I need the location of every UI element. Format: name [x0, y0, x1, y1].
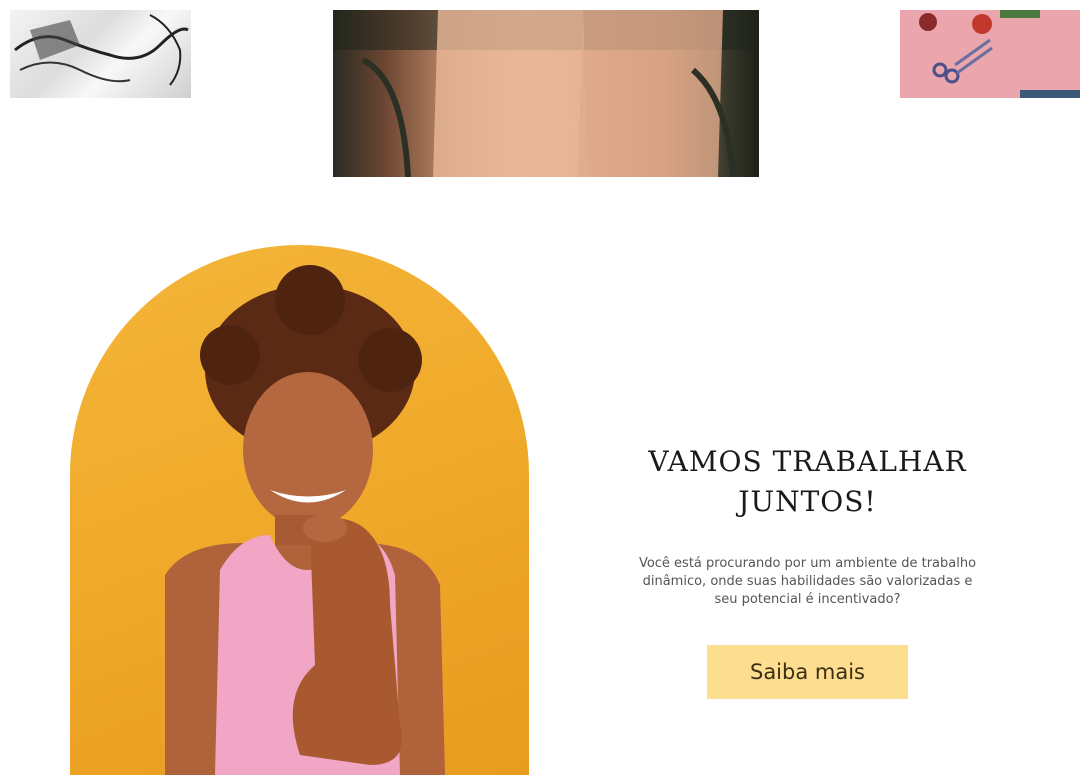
hands-closeup-image — [333, 10, 759, 177]
sketch-illustration-image — [10, 10, 191, 98]
manicure-tools-image — [900, 10, 1080, 98]
smiling-woman-portrait — [70, 245, 529, 775]
cta-section: Vamos trabalhar juntos! Você está procur… — [620, 442, 995, 699]
page: Vamos trabalhar juntos! Você está procur… — [0, 0, 1090, 783]
cta-description: Você está procurando por um ambiente de … — [638, 556, 977, 607]
cta-heading: Vamos trabalhar juntos! — [648, 445, 967, 518]
saiba-mais-button[interactable]: Saiba mais — [707, 645, 908, 699]
